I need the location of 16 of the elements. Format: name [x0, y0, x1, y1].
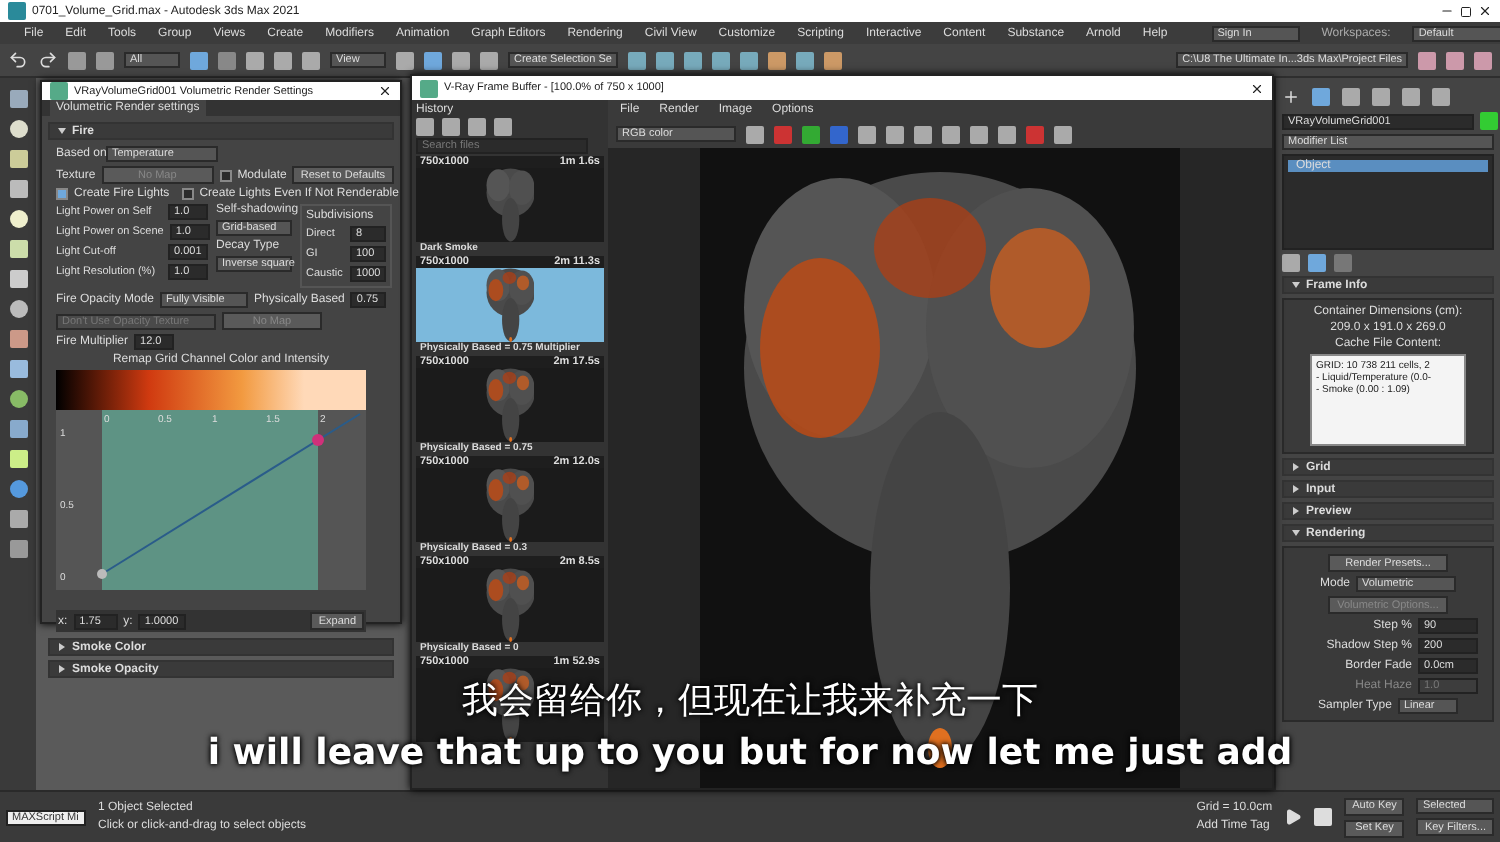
- checkbox[interactable]: [56, 188, 68, 200]
- checkbox[interactable]: [181, 188, 194, 200]
- object-color-swatch[interactable]: [1480, 112, 1498, 130]
- redo-icon[interactable]: [38, 50, 58, 70]
- subtitle-caption-overlay: 我会留给你，但现在让我来补充一下: [462, 678, 1038, 724]
- close-icon[interactable]: [1250, 81, 1264, 95]
- minimize-icon[interactable]: [1440, 4, 1454, 18]
- undo-icon[interactable]: [8, 50, 28, 70]
- curve-point[interactable]: [97, 569, 107, 579]
- close-icon[interactable]: [378, 84, 392, 98]
- history-thumbnail[interactable]: [416, 268, 604, 342]
- create-icon[interactable]: [1282, 87, 1300, 105]
- modulate-checkbox[interactable]: [219, 169, 232, 181]
- close-icon[interactable]: [1478, 4, 1492, 18]
- play-icon[interactable]: [1284, 808, 1303, 826]
- maximize-icon[interactable]: [1460, 5, 1472, 17]
